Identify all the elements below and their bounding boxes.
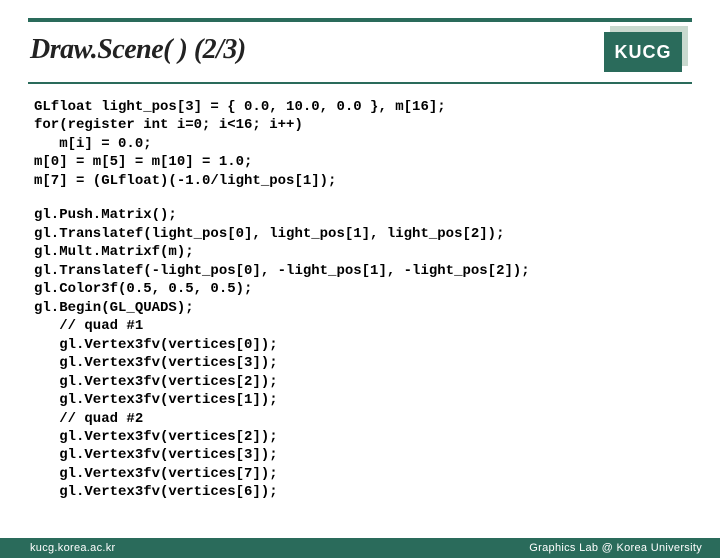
code-block-2: gl.Push.Matrix(); gl.Translatef(light_po… xyxy=(34,206,686,502)
code-block-1: GLfloat light_pos[3] = { 0.0, 10.0, 0.0 … xyxy=(34,98,686,190)
footer-url: kucg.korea.ac.kr xyxy=(30,542,116,554)
title-bar: Draw.Scene( ) (2/3) KUCG xyxy=(28,18,692,84)
footer-credit: Graphics Lab @ Korea University xyxy=(529,542,702,554)
badge: KUCG xyxy=(602,28,692,72)
footer: kucg.korea.ac.kr Graphics Lab @ Korea Un… xyxy=(0,538,720,558)
slide-title: Draw.Scene( ) (2/3) xyxy=(28,34,246,66)
badge-label: KUCG xyxy=(604,32,682,72)
